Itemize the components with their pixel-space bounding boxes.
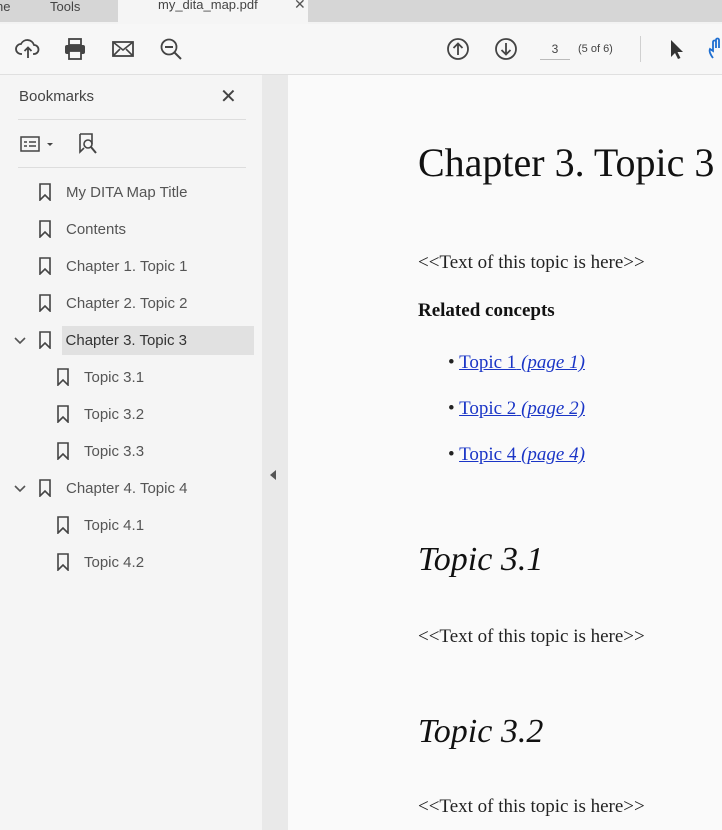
page-up-icon[interactable] xyxy=(444,35,472,63)
link-page: (page 4) xyxy=(521,444,585,465)
bookmark-icon xyxy=(56,516,72,534)
bookmark-icon xyxy=(56,553,72,571)
zoom-out-icon[interactable] xyxy=(157,35,185,63)
bookmark-label: Topic 3.1 xyxy=(84,368,145,386)
bookmark-label: Chapter 1. Topic 1 xyxy=(66,257,188,275)
bookmark-label: Contents xyxy=(66,220,127,238)
topic-link[interactable]: Topic 4 (page 4) xyxy=(459,444,585,465)
bookmark-icon xyxy=(38,294,54,312)
pane-splitter[interactable] xyxy=(262,75,288,830)
bookmarks-title: Bookmarks xyxy=(19,88,95,105)
print-icon[interactable] xyxy=(61,35,89,63)
related-link-item: • Topic 2 (page 2) xyxy=(448,398,585,419)
bookmark-item-selected[interactable]: Chapter 3. Topic 3 xyxy=(38,324,254,356)
bookmark-item[interactable]: Topic 4.1 xyxy=(56,509,254,541)
tab-bar: ne Tools my_dita_map.pdf ✕ xyxy=(0,0,722,24)
upload-icon[interactable] xyxy=(14,35,42,63)
bookmark-icon xyxy=(56,368,72,386)
bookmark-label: Topic 4.2 xyxy=(84,553,145,571)
chapter-heading: Chapter 3. Topic 3 xyxy=(418,140,715,185)
page-number-input[interactable]: 3 xyxy=(540,39,570,60)
topic-heading: Topic 3.1 xyxy=(418,541,544,578)
bookmark-item[interactable]: Topic 4.2 xyxy=(56,546,254,578)
related-concepts-heading: Related concepts xyxy=(418,300,555,321)
bookmark-icon xyxy=(38,479,54,497)
bookmark-label: Topic 3.2 xyxy=(84,405,145,423)
toolbar: 3 (5 of 6) xyxy=(0,24,722,75)
tab-home[interactable]: ne xyxy=(0,0,10,22)
tab-close-icon[interactable]: ✕ xyxy=(294,0,306,11)
topic-link[interactable]: Topic 2 (page 2) xyxy=(459,398,585,419)
chevron-down-icon[interactable] xyxy=(13,334,27,348)
toolbar-divider xyxy=(640,36,641,62)
bookmark-item[interactable]: Contents xyxy=(38,213,254,245)
page-down-icon[interactable] xyxy=(492,35,520,63)
bookmark-label: Topic 4.1 xyxy=(84,516,145,534)
bookmark-icon xyxy=(38,257,54,275)
topic-heading: Topic 3.2 xyxy=(418,713,544,750)
tab-document-label: my_dita_map.pdf xyxy=(158,0,258,12)
bookmark-icon xyxy=(38,183,54,201)
mail-icon[interactable] xyxy=(109,35,137,63)
link-page: (page 2) xyxy=(521,398,585,419)
bookmark-icon xyxy=(38,331,54,349)
bookmark-icon xyxy=(38,220,54,238)
related-link-item: • Topic 4 (page 4) xyxy=(448,444,585,465)
hand-icon[interactable] xyxy=(704,35,722,63)
bookmark-item[interactable]: Chapter 2. Topic 2 xyxy=(38,287,254,319)
bookmark-label: Chapter 3. Topic 3 xyxy=(61,325,254,355)
bookmark-label: Topic 3.3 xyxy=(84,442,145,460)
bookmark-item[interactable]: Chapter 1. Topic 1 xyxy=(38,250,254,282)
tab-tools[interactable]: Tools xyxy=(50,0,80,22)
page-count: (5 of 6) xyxy=(578,43,613,55)
bookmarks-panel: Bookmarks ✕ My DITA Map Title Contents C… xyxy=(0,75,262,830)
topic-text: <<Text of this topic is here>> xyxy=(418,796,645,817)
bookmark-icon xyxy=(56,405,72,423)
close-panel-icon[interactable]: ✕ xyxy=(220,84,237,109)
bookmark-label: Chapter 4. Topic 4 xyxy=(66,479,188,497)
bookmark-item[interactable]: Chapter 4. Topic 4 xyxy=(38,472,254,504)
topic-link[interactable]: Topic 1 (page 1) xyxy=(459,352,585,373)
find-bookmark-icon[interactable] xyxy=(77,131,99,157)
tab-document[interactable]: my_dita_map.pdf ✕ xyxy=(118,0,308,24)
bookmark-options-button[interactable] xyxy=(20,131,58,157)
link-label: Topic 4 xyxy=(459,444,517,465)
bookmark-item[interactable]: My DITA Map Title xyxy=(38,176,254,208)
collapse-arrow-icon[interactable] xyxy=(270,470,276,480)
bookmark-icon xyxy=(56,442,72,460)
bookmark-item[interactable]: Topic 3.1 xyxy=(56,361,254,393)
bookmark-label: My DITA Map Title xyxy=(66,183,188,201)
bookmark-label: Chapter 2. Topic 2 xyxy=(66,294,188,312)
panel-divider xyxy=(18,119,246,120)
bookmark-item[interactable]: Topic 3.3 xyxy=(56,435,254,467)
panel-divider xyxy=(18,167,246,168)
link-page: (page 1) xyxy=(521,352,585,373)
bookmark-item[interactable]: Topic 3.2 xyxy=(56,398,254,430)
link-label: Topic 2 xyxy=(459,398,517,419)
cursor-icon[interactable] xyxy=(662,35,690,63)
link-label: Topic 1 xyxy=(459,352,517,373)
related-link-item: • Topic 1 (page 1) xyxy=(448,352,585,373)
chevron-down-icon[interactable] xyxy=(13,482,27,496)
document-view: Chapter 3. Topic 3 <<Text of this topic … xyxy=(288,75,722,830)
topic-text: <<Text of this topic is here>> xyxy=(418,252,645,273)
topic-text: <<Text of this topic is here>> xyxy=(418,626,645,647)
